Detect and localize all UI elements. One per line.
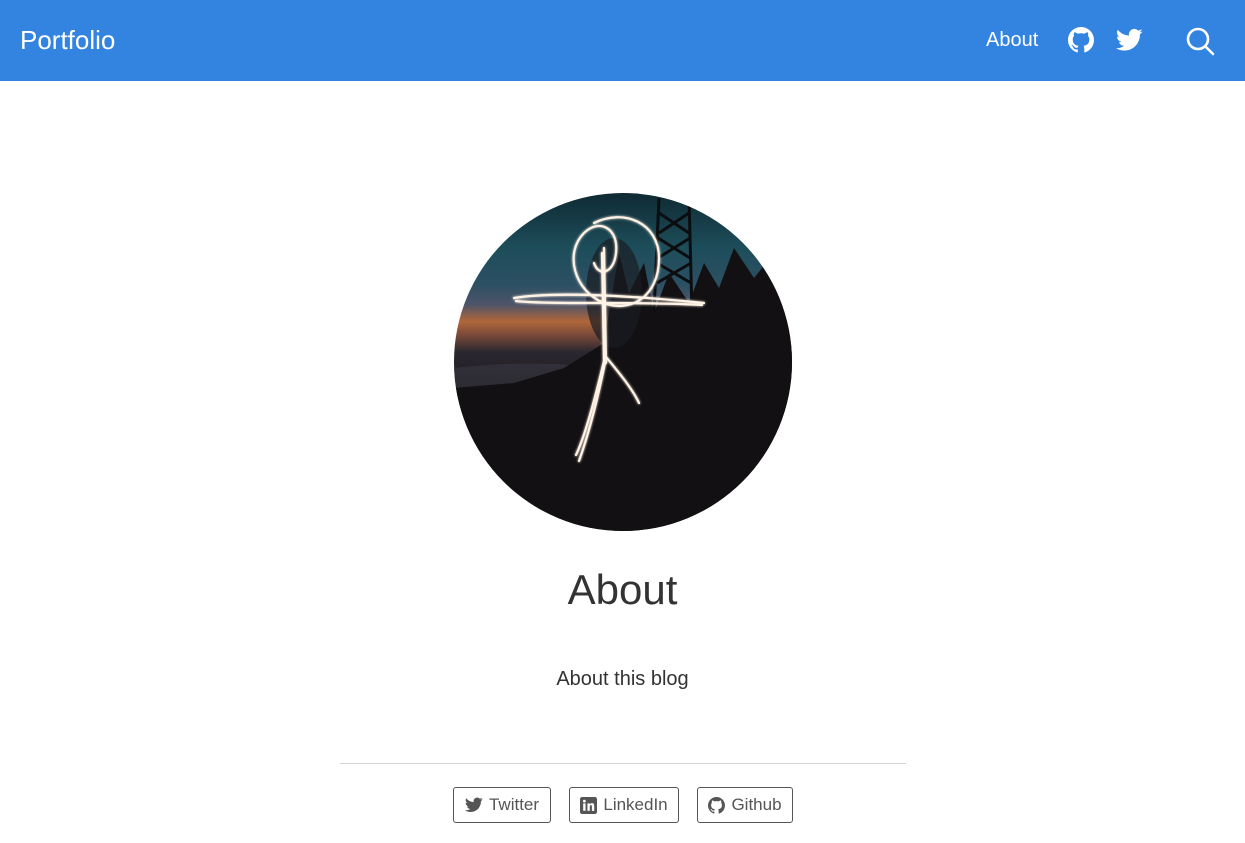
linkedin-button-label: LinkedIn bbox=[603, 795, 668, 814]
twitter-button[interactable]: Twitter bbox=[453, 787, 551, 823]
twitter-icon[interactable] bbox=[1116, 28, 1143, 52]
navbar: Portfolio About bbox=[0, 0, 1245, 81]
github-button[interactable]: Github bbox=[697, 787, 793, 823]
linkedin-button[interactable]: LinkedIn bbox=[569, 787, 679, 823]
divider bbox=[340, 763, 906, 764]
github-button-label: Github bbox=[731, 795, 782, 814]
avatar bbox=[454, 193, 792, 531]
linkedin-icon bbox=[580, 796, 598, 814]
twitter-icon bbox=[464, 797, 483, 813]
site-brand[interactable]: Portfolio bbox=[20, 22, 115, 58]
search-icon[interactable] bbox=[1185, 26, 1215, 56]
github-icon[interactable] bbox=[1068, 27, 1094, 53]
page-title: About bbox=[567, 566, 678, 613]
github-icon bbox=[708, 796, 726, 814]
twitter-button-label: Twitter bbox=[488, 795, 540, 814]
page-subtitle: About this blog bbox=[556, 668, 689, 690]
nav-about-link[interactable]: About bbox=[986, 26, 1038, 54]
